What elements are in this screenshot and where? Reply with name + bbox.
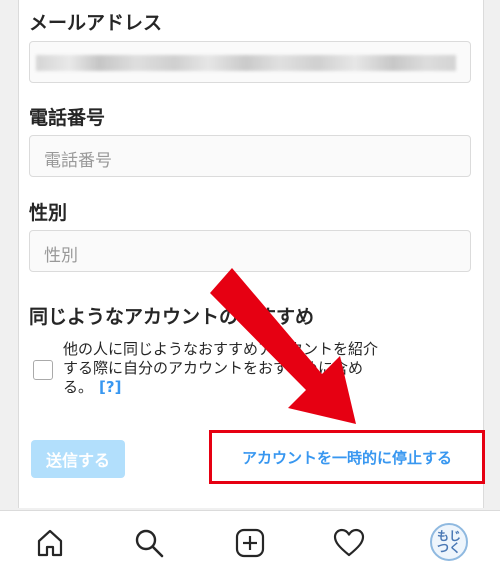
profile-avatar[interactable]: もじつく [430, 523, 468, 561]
phone-label: 電話番号 [29, 107, 106, 129]
email-field[interactable] [29, 41, 471, 83]
recommend-description: 他の人に同じようなおすすめアカウントを紹介する際に自分のアカウントをおすすめに含… [63, 340, 383, 397]
gender-placeholder: 性別 [44, 246, 78, 266]
phone-placeholder: 電話番号 [44, 151, 112, 171]
email-value-blurred [36, 55, 456, 71]
home-icon[interactable] [32, 525, 68, 561]
search-icon[interactable] [131, 525, 167, 561]
phone-field[interactable]: 電話番号 [29, 135, 471, 177]
submit-button[interactable]: 送信する [31, 440, 125, 478]
new-post-icon[interactable] [232, 525, 268, 561]
edit-profile-form: メールアドレス 電話番号 電話番号 性別 性別 同じようなアカウントのおすすめ … [18, 0, 485, 508]
activity-heart-icon[interactable] [331, 525, 367, 561]
gender-label: 性別 [29, 202, 68, 224]
deactivate-account-link[interactable]: アカウントを一時的に停止する [209, 430, 485, 484]
bottom-navigation: もじつく [0, 510, 500, 573]
help-link[interactable]: [?] [99, 378, 121, 396]
email-label: メールアドレス [29, 12, 163, 34]
gender-field[interactable]: 性別 [29, 230, 471, 272]
recommend-label: 同じようなアカウントのおすすめ [29, 306, 315, 328]
deactivate-link-text: アカウントを一時的に停止する [241, 448, 452, 467]
recommend-checkbox[interactable] [33, 360, 53, 380]
